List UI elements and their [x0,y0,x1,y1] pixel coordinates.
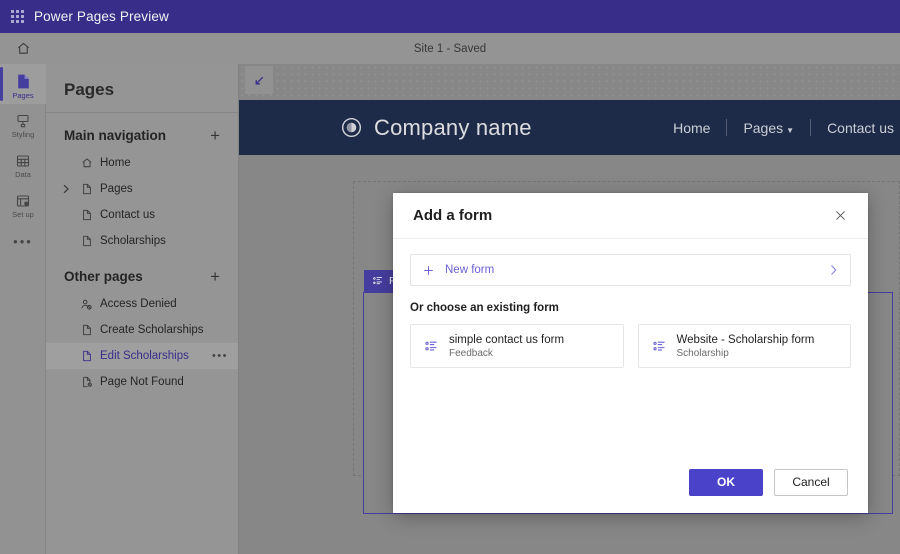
new-form-label: New form [445,264,494,276]
add-a-form-dialog: Add a form New form [393,193,868,513]
plus-icon [422,264,435,277]
form-icon [424,339,439,354]
dialog-header: Add a form [393,193,868,239]
app-root: Power Pages Preview Site 1 - Saved Pages [0,0,900,554]
form-card-simple-contact-us-form[interactable]: simple contact us form Feedback [410,324,624,368]
dialog-body: New form Or choose an existing form [393,239,868,457]
chevron-right-icon [829,264,838,276]
form-card-name: simple contact us form [449,334,564,346]
existing-forms-list: simple contact us form Feedback Website … [410,324,851,368]
form-card-subtitle: Scholarship [677,348,815,359]
dialog-footer: OK Cancel [393,457,868,513]
close-icon[interactable] [830,205,851,226]
form-icon [652,339,667,354]
choose-existing-form-label: Or choose an existing form [410,302,851,314]
form-card-website-scholarship-form[interactable]: Website - Scholarship form Scholarship [638,324,852,368]
form-card-subtitle: Feedback [449,348,564,359]
cancel-button[interactable]: Cancel [774,469,848,496]
form-card-name: Website - Scholarship form [677,334,815,346]
ok-button[interactable]: OK [689,469,763,496]
new-form-button[interactable]: New form [410,254,851,286]
dialog-title: Add a form [413,207,492,224]
